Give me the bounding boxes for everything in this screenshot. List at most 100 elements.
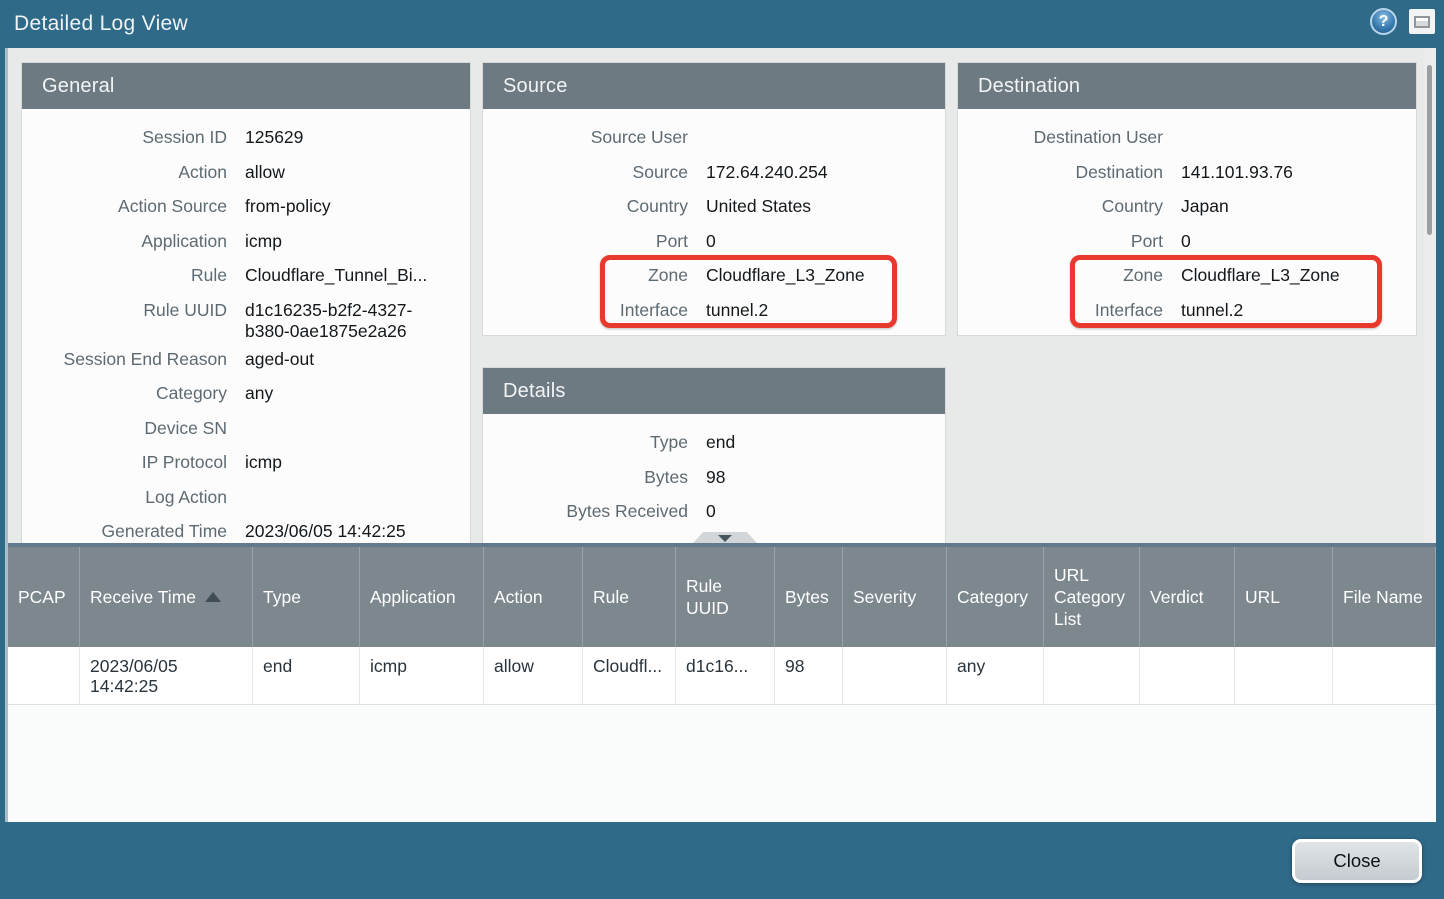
dialog-footer: Close xyxy=(0,822,1444,899)
column-header-rule-uuid[interactable]: Rule UUID xyxy=(676,547,775,647)
field-value: 0 xyxy=(1181,225,1406,253)
field-label: Generated Time xyxy=(22,515,227,543)
vertical-scrollbar-thumb[interactable] xyxy=(1427,65,1432,235)
column-header-type[interactable]: Type xyxy=(253,547,360,647)
source-panel: Source Source User Source 172.64.240.254… xyxy=(483,63,945,335)
field-label: Session ID xyxy=(22,121,227,149)
dialog-content: General Session ID 125629 Action allow A… xyxy=(8,48,1436,822)
cell-type: end xyxy=(253,647,360,704)
field-label: Action xyxy=(22,156,227,184)
field-value: United States xyxy=(706,190,935,218)
titlebar-icons: ? xyxy=(1370,8,1435,35)
source-panel-header: Source xyxy=(483,63,945,109)
field-value: 0 xyxy=(706,225,935,253)
cell-category: any xyxy=(947,647,1044,704)
field-row-destination: Destination 141.101.93.76 xyxy=(958,156,1406,191)
field-label: Interface xyxy=(958,294,1163,322)
field-row-session-id: Session ID 125629 xyxy=(22,121,460,156)
field-label: Zone xyxy=(483,259,688,287)
field-label: Source User xyxy=(483,121,688,149)
column-header-action[interactable]: Action xyxy=(484,547,583,647)
column-header-receive-time[interactable]: Receive Time xyxy=(80,547,253,647)
field-label: Zone xyxy=(958,259,1163,287)
field-row-device-sn: Device SN xyxy=(22,412,460,447)
column-header-category[interactable]: Category xyxy=(947,547,1044,647)
field-value: 172.64.240.254 xyxy=(706,156,935,184)
cell-pcap xyxy=(8,647,80,704)
field-row-action-source: Action Source from-policy xyxy=(22,190,460,225)
field-value: from-policy xyxy=(245,190,460,218)
field-label: Category xyxy=(22,377,227,405)
restore-window-icon[interactable] xyxy=(1409,9,1435,34)
field-value xyxy=(245,412,460,418)
field-label: Source xyxy=(483,156,688,184)
field-label: Destination xyxy=(958,156,1163,184)
log-table: PCAP Receive Time Type Application Actio… xyxy=(8,547,1436,822)
close-button[interactable]: Close xyxy=(1292,839,1422,883)
field-label: Device SN xyxy=(22,412,227,440)
column-header-application[interactable]: Application xyxy=(360,547,484,647)
destination-panel-header: Destination xyxy=(958,63,1416,109)
cell-verdict xyxy=(1140,647,1235,704)
field-value: 98 xyxy=(706,461,935,489)
field-value: d1c16235-b2f2-4327-b380-0ae1875e2a26 xyxy=(245,294,460,343)
field-label: Destination User xyxy=(958,121,1163,149)
field-value: allow xyxy=(245,156,460,184)
field-row-log-action: Log Action xyxy=(22,481,460,516)
column-header-url[interactable]: URL xyxy=(1235,547,1333,647)
field-value: icmp xyxy=(245,225,460,253)
field-row-source-user: Source User xyxy=(483,121,935,156)
field-label: Type xyxy=(483,426,688,454)
column-header-rule[interactable]: Rule xyxy=(583,547,676,647)
window-glyph xyxy=(1414,16,1430,28)
field-label: Interface xyxy=(483,294,688,322)
general-panel-body: Session ID 125629 Action allow Action So… xyxy=(22,109,470,543)
field-row-rule-uuid: Rule UUID d1c16235-b2f2-4327-b380-0ae187… xyxy=(22,294,460,343)
cell-file-name xyxy=(1333,647,1436,704)
field-value: 2023/06/05 14:42:25 xyxy=(245,515,460,543)
column-header-severity[interactable]: Severity xyxy=(843,547,947,647)
field-row-application: Application icmp xyxy=(22,225,460,260)
field-row-interface: Interface tunnel.2 xyxy=(958,294,1406,329)
field-value: 0 xyxy=(706,495,935,523)
column-header-url-category-list[interactable]: URL Category List xyxy=(1044,547,1140,647)
cell-url xyxy=(1235,647,1333,704)
dialog-title: Detailed Log View xyxy=(0,12,188,36)
field-label: Port xyxy=(958,225,1163,253)
field-value xyxy=(706,121,935,127)
field-label: Bytes xyxy=(483,461,688,489)
field-value: Cloudflare_L3_Zone xyxy=(1181,259,1406,287)
help-glyph: ? xyxy=(1379,13,1389,31)
cell-url-category-list xyxy=(1044,647,1140,704)
column-header-pcap[interactable]: PCAP xyxy=(8,547,80,647)
field-label: Country xyxy=(958,190,1163,218)
field-row-session-end-reason: Session End Reason aged-out xyxy=(22,343,460,378)
field-row-source: Source 172.64.240.254 xyxy=(483,156,935,191)
cell-receive-time: 2023/06/05 14:42:25 xyxy=(80,647,253,704)
field-value: tunnel.2 xyxy=(1181,294,1406,322)
cell-rule-uuid: d1c16... xyxy=(676,647,775,704)
field-row-generated-time: Generated Time 2023/06/05 14:42:25 xyxy=(22,515,460,543)
field-value: icmp xyxy=(245,446,460,474)
field-row-type: Type end xyxy=(483,426,935,461)
field-row-action: Action allow xyxy=(22,156,460,191)
cell-severity xyxy=(843,647,947,704)
column-header-file-name[interactable]: File Name xyxy=(1333,547,1436,647)
vertical-scrollbar-track[interactable] xyxy=(1424,48,1436,543)
details-panel-header: Details xyxy=(483,368,945,414)
cell-application: icmp xyxy=(360,647,484,704)
collapse-pane-handle[interactable] xyxy=(693,532,757,543)
field-label: Rule xyxy=(22,259,227,287)
field-label: Port xyxy=(483,225,688,253)
help-icon[interactable]: ? xyxy=(1370,8,1397,35)
field-value: any xyxy=(245,377,460,405)
field-label: Rule UUID xyxy=(22,294,227,322)
log-table-row[interactable]: 2023/06/05 14:42:25 end icmp allow Cloud… xyxy=(8,647,1436,705)
log-detail-panels: General Session ID 125629 Action allow A… xyxy=(8,48,1436,543)
column-header-verdict[interactable]: Verdict xyxy=(1140,547,1235,647)
chevron-down-icon xyxy=(718,535,732,542)
field-row-country: Country United States xyxy=(483,190,935,225)
source-panel-body: Source User Source 172.64.240.254 Countr… xyxy=(483,109,945,334)
field-row-interface: Interface tunnel.2 xyxy=(483,294,935,329)
column-header-bytes[interactable]: Bytes xyxy=(775,547,843,647)
